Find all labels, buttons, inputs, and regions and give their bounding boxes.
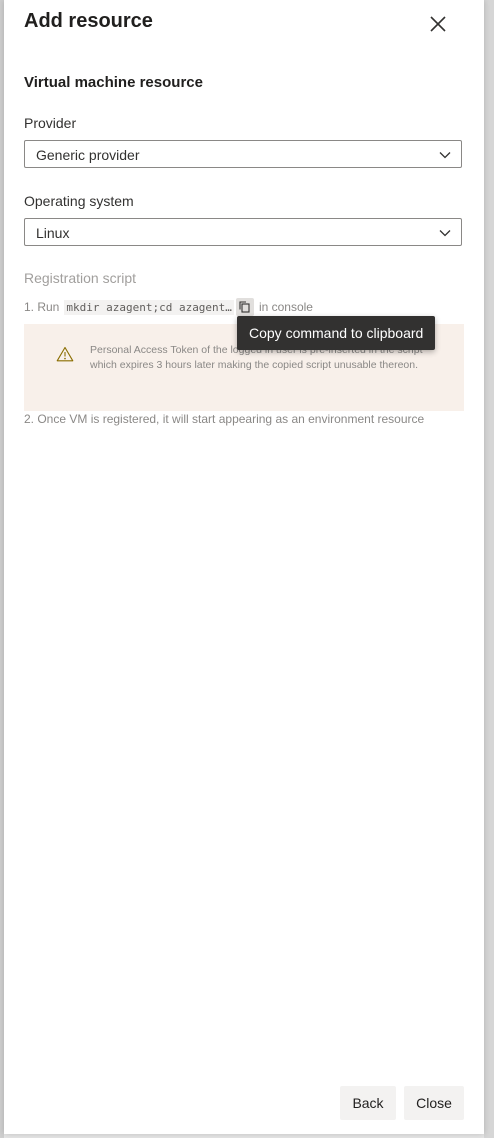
- copy-command-button[interactable]: [235, 298, 254, 316]
- provider-value: Generic provider: [36, 147, 140, 163]
- chevron-down-icon: [439, 230, 451, 237]
- copy-tooltip: Copy command to clipboard: [237, 316, 436, 350]
- step1-row: 1. Run mkdir azagent;cd azagent… in cons…: [24, 298, 313, 316]
- step1-suffix: in console: [258, 300, 313, 314]
- registration-script-title: Registration script: [24, 270, 137, 286]
- os-label: Operating system: [24, 193, 134, 209]
- provider-label: Provider: [24, 115, 77, 131]
- copy-icon: [239, 301, 250, 313]
- os-value: Linux: [36, 225, 70, 241]
- backdrop-right: [484, 0, 494, 1138]
- add-resource-panel: Add resource Virtual machine resource Pr…: [4, 0, 484, 1134]
- step2-text: 2. Once VM is registered, it will start …: [24, 412, 425, 426]
- section-title: Virtual machine resource: [24, 74, 203, 91]
- step1-prefix: 1. Run: [24, 300, 60, 314]
- os-dropdown[interactable]: Linux: [24, 218, 462, 246]
- provider-dropdown[interactable]: Generic provider: [24, 140, 462, 168]
- close-icon[interactable]: [424, 10, 452, 38]
- command-text: mkdir azagent;cd azagent…: [64, 299, 234, 315]
- panel-title: Add resource: [24, 10, 153, 32]
- back-button[interactable]: Back: [340, 1086, 396, 1120]
- chevron-down-icon: [439, 152, 451, 159]
- warning-icon: [56, 346, 74, 362]
- close-button[interactable]: Close: [404, 1086, 464, 1120]
